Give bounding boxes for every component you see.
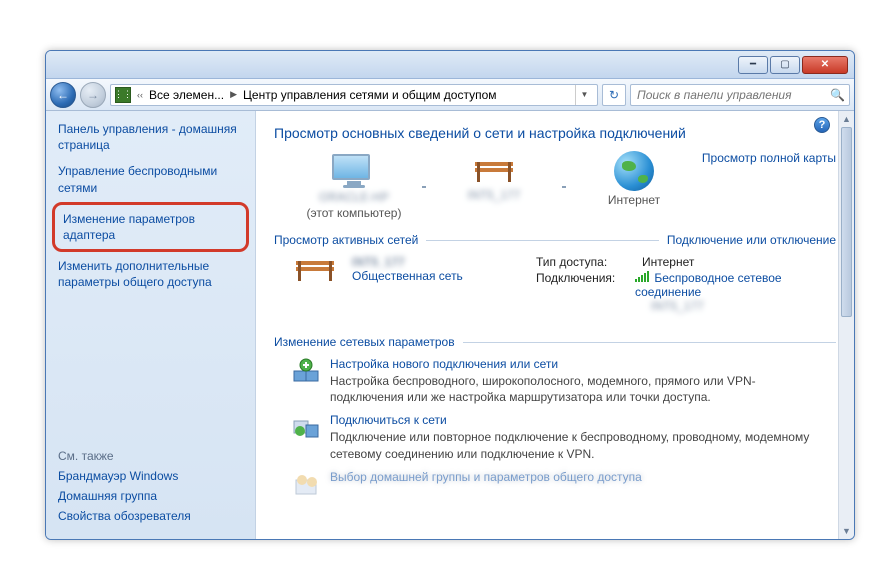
access-type-value: Интернет — [642, 255, 694, 269]
task-new-connection[interactable]: Настройка нового подключения или сети На… — [292, 357, 836, 405]
task-new-connection-name[interactable]: Настройка нового подключения или сети — [330, 357, 810, 371]
sidebar-wireless-link[interactable]: Управление беспроводными сетями — [58, 163, 243, 195]
search-input[interactable] — [635, 87, 826, 103]
minimize-button[interactable]: ━ — [738, 56, 768, 74]
active-networks-label: Просмотр активных сетей — [274, 233, 418, 247]
arrow-right-icon: → — [87, 88, 99, 102]
active-network-row: INT5_177 Общественная сеть Тип доступа: … — [274, 251, 836, 319]
chevron-icon: ‹‹ — [137, 90, 143, 100]
close-icon: ✕ — [821, 59, 829, 70]
page-title: Просмотр основных сведений о сети и наст… — [274, 125, 836, 141]
task-connect-desc: Подключение или повторное подключение к … — [330, 429, 810, 461]
change-settings-label: Изменение сетевых параметров — [274, 335, 455, 349]
address-bar[interactable]: ⋮⋮ ‹‹ Все элемен... ▶ Центр управления с… — [110, 84, 598, 106]
sidebar-adapter-link[interactable]: Изменение параметров адаптера — [63, 211, 238, 243]
new-connection-icon — [292, 357, 320, 385]
chevron-right-icon: ▶ — [230, 89, 237, 100]
connect-icon — [292, 413, 320, 441]
bench-icon — [292, 255, 338, 285]
breadcrumb-all-items[interactable]: Все элемен... — [149, 88, 224, 102]
main-panel: ? Просмотр основных сведений о сети и на… — [256, 111, 854, 539]
refresh-icon: ↻ — [609, 88, 619, 102]
connect-disconnect-link[interactable]: Подключение или отключение — [667, 233, 836, 247]
close-button[interactable]: ✕ — [802, 56, 848, 74]
help-button[interactable]: ? — [814, 117, 830, 133]
scroll-down-button[interactable]: ▼ — [839, 523, 854, 539]
task-connect[interactable]: Подключиться к сети Подключение или повт… — [292, 413, 836, 461]
titlebar: ━ ▢ ✕ — [46, 51, 854, 79]
map-network: INT5_177 — [434, 156, 554, 218]
full-map-link[interactable]: Просмотр полной карты — [702, 151, 836, 165]
sidebar: Панель управления - домашняя страница Уп… — [46, 111, 256, 539]
search-icon: 🔍 — [830, 88, 845, 102]
scroll-thumb[interactable] — [841, 127, 852, 317]
window: ━ ▢ ✕ ← → ⋮⋮ ‹‹ Все элемен... ▶ Центр уп… — [45, 50, 855, 540]
see-also-firewall[interactable]: Брандмауэр Windows — [58, 469, 243, 483]
maximize-button[interactable]: ▢ — [770, 56, 800, 74]
computer-name: ORACLE-HP — [319, 190, 389, 204]
active-networks-header: Просмотр активных сетей Подключение или … — [274, 233, 836, 247]
forward-button[interactable]: → — [80, 82, 106, 108]
search-box[interactable]: 🔍 — [630, 84, 850, 106]
change-settings-header: Изменение сетевых параметров — [274, 335, 836, 349]
wifi-icon — [635, 272, 649, 282]
connection-link[interactable]: Беспроводное сетевое соединение — [635, 271, 782, 299]
map-link-line-2 — [562, 186, 566, 188]
homegroup-icon — [292, 470, 320, 498]
scrollbar[interactable]: ▲ ▼ — [838, 111, 854, 539]
access-type-key: Тип доступа: — [536, 255, 636, 269]
connections-key: Подключения: — [536, 271, 629, 313]
help-icon: ? — [819, 119, 826, 131]
navbar: ← → ⋮⋮ ‹‹ Все элемен... ▶ Центр управлен… — [46, 79, 854, 111]
globe-icon — [614, 151, 654, 191]
minimize-icon: ━ — [750, 59, 756, 70]
arrow-left-icon: ← — [57, 88, 69, 102]
maximize-icon: ▢ — [780, 59, 789, 70]
highlight-annotation: Изменение параметров адаптера — [52, 202, 249, 252]
active-network-name: INT5_177 — [352, 255, 522, 269]
connection-ssid: INT5_177 — [651, 299, 704, 313]
refresh-button[interactable]: ↻ — [602, 84, 626, 106]
body: Панель управления - домашняя страница Уп… — [46, 111, 854, 539]
sidebar-home-link[interactable]: Панель управления - домашняя страница — [58, 121, 243, 153]
sidebar-sharing-link[interactable]: Изменить дополнительные параметры общего… — [58, 258, 243, 290]
task-homegroup-name[interactable]: Выбор домашней группы и параметров общег… — [330, 470, 642, 484]
map-internet: Интернет — [574, 151, 694, 223]
breadcrumb-current[interactable]: Центр управления сетями и общим доступом — [243, 88, 497, 102]
computer-icon — [332, 154, 376, 188]
see-also-homegroup[interactable]: Домашняя группа — [58, 489, 243, 503]
public-network-link[interactable]: Общественная сеть — [352, 269, 463, 283]
control-panel-icon: ⋮⋮ — [115, 87, 131, 103]
internet-label: Интернет — [608, 193, 660, 207]
map-this-computer: ORACLE-HP (этот компьютер) — [294, 154, 414, 220]
network-map: ORACLE-HP (этот компьютер) INT5_177 — [294, 151, 694, 223]
map-link-line — [422, 186, 426, 188]
task-connect-name[interactable]: Подключиться к сети — [330, 413, 810, 427]
address-dropdown[interactable]: ▼ — [575, 84, 593, 106]
this-computer-label: (этот компьютер) — [307, 206, 402, 220]
bench-icon — [471, 156, 517, 186]
scroll-up-button[interactable]: ▲ — [839, 111, 854, 127]
see-also-header: См. также — [58, 449, 243, 463]
network-name: INT5_177 — [468, 188, 521, 202]
task-new-connection-desc: Настройка беспроводного, широкополосного… — [330, 373, 810, 405]
task-homegroup[interactable]: Выбор домашней группы и параметров общег… — [292, 470, 836, 498]
see-also-internet-options[interactable]: Свойства обозревателя — [58, 509, 243, 523]
back-button[interactable]: ← — [50, 82, 76, 108]
chevron-down-icon: ▼ — [581, 90, 589, 99]
see-also: См. также Брандмауэр Windows Домашняя гр… — [58, 449, 243, 529]
